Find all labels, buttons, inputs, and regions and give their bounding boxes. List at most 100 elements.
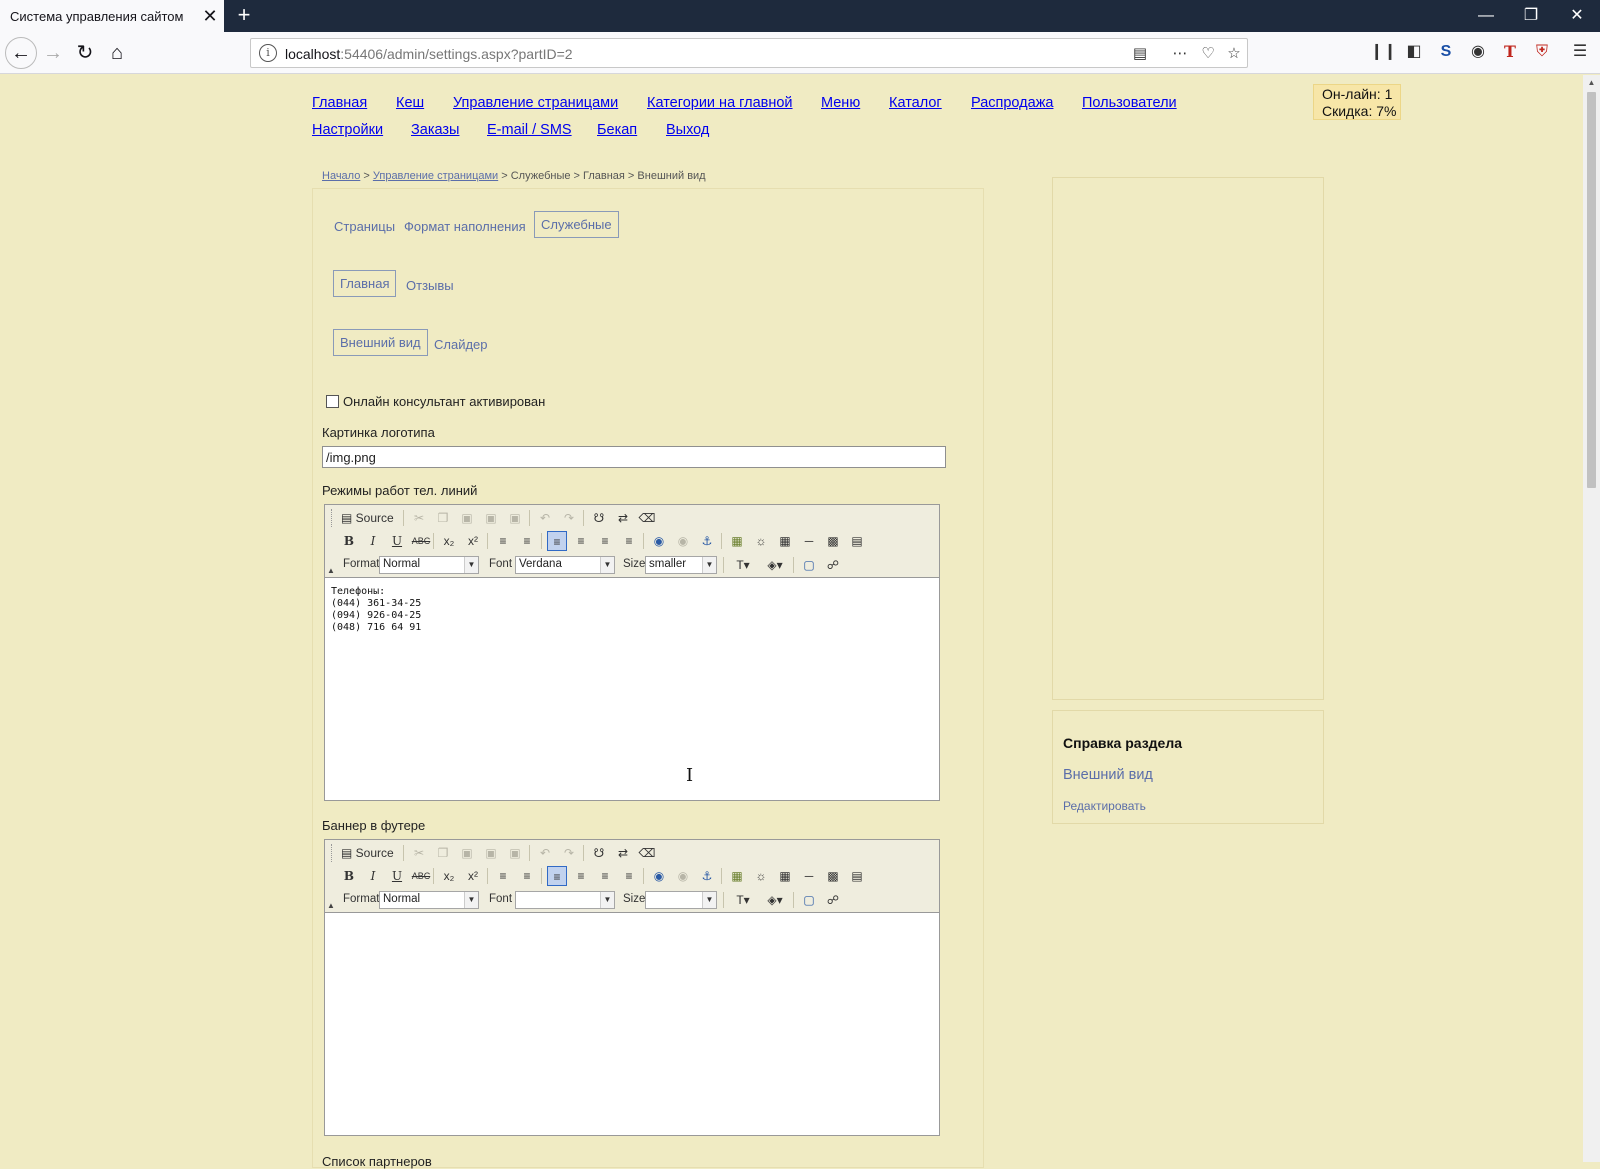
new-tab-button[interactable]: + [232, 4, 256, 28]
reload-icon[interactable]: ↻ [70, 38, 100, 68]
size-select[interactable]: ▼ [645, 891, 717, 909]
unlink-icon[interactable]: ◉ [673, 531, 693, 551]
find-icon[interactable]: ☋ [589, 843, 609, 863]
nav-link-backup[interactable]: Бекап [597, 122, 637, 138]
format-select[interactable]: Normal ▼ [379, 556, 479, 574]
format-select[interactable]: Normal ▼ [379, 891, 479, 909]
subscript-icon[interactable]: x₂ [439, 531, 459, 551]
justify-icon[interactable]: ≡ [619, 866, 639, 886]
replace-icon[interactable]: ⇄ [613, 508, 633, 528]
nav-link-email-sms[interactable]: E-mail / SMS [487, 122, 572, 138]
consultant-checkbox-row[interactable]: Онлайн консультант активирован [326, 394, 545, 409]
align-center-icon[interactable]: ≡ [571, 866, 591, 886]
browser-tab[interactable]: Система управления сайтом ✕ [0, 0, 224, 34]
link-icon[interactable]: ◉ [649, 531, 669, 551]
tab-reviews[interactable]: Отзывы [399, 272, 461, 299]
source-button[interactable]: ▤ Source [339, 508, 401, 528]
collapse-toolbar-icon[interactable]: ▲ [327, 901, 335, 910]
page-break-icon[interactable]: ▤ [847, 866, 867, 886]
extension-s-icon[interactable]: S [1434, 40, 1458, 64]
show-blocks-icon[interactable]: ☍ [823, 890, 843, 910]
source-button[interactable]: ▤ Source [339, 843, 401, 863]
page-break-icon[interactable]: ▤ [847, 531, 867, 551]
breadcrumb-start[interactable]: Начало [322, 170, 360, 182]
text-color-icon[interactable]: T▾ [729, 555, 757, 575]
bold-icon[interactable]: B [339, 866, 359, 886]
align-left-icon[interactable]: ≡ [547, 531, 567, 551]
minimize-icon[interactable]: — [1471, 4, 1501, 28]
undo-icon[interactable]: ↶ [535, 508, 555, 528]
superscript-icon[interactable]: x² [463, 531, 483, 551]
cut-icon[interactable]: ✂ [409, 843, 429, 863]
logo-input[interactable]: /img.png [322, 446, 946, 468]
numbered-list-icon[interactable]: ≡ [493, 866, 513, 886]
redo-icon[interactable]: ↷ [559, 508, 579, 528]
font-select[interactable]: ▼ [515, 891, 615, 909]
nav-link-cache[interactable]: Кеш [396, 95, 424, 111]
flash-icon[interactable]: ☼ [751, 866, 771, 886]
subscript-icon[interactable]: x₂ [439, 866, 459, 886]
collapse-toolbar-icon[interactable]: ▲ [327, 566, 335, 575]
back-arrow-icon[interactable]: ← [5, 37, 37, 69]
background-color-icon[interactable]: ◈▾ [761, 890, 789, 910]
nav-link-pages[interactable]: Управление страницами [453, 95, 618, 111]
horizontal-rule-icon[interactable]: ─ [799, 866, 819, 886]
shield-icon[interactable]: ⛨ [1530, 40, 1554, 64]
paste-icon[interactable]: ▣ [457, 508, 477, 528]
paste-icon[interactable]: ▣ [457, 843, 477, 863]
paste-word-icon[interactable]: ▣ [505, 508, 525, 528]
horizontal-rule-icon[interactable]: ─ [799, 531, 819, 551]
font-select[interactable]: Verdana ▼ [515, 556, 615, 574]
nav-link-sale[interactable]: Распродажа [971, 95, 1053, 111]
nav-link-home[interactable]: Главная [312, 95, 367, 111]
maximize-icon[interactable]: ▢ [799, 890, 819, 910]
align-center-icon[interactable]: ≡ [571, 531, 591, 551]
phones-editor-body[interactable]: Телефоны: (044) 361-34-25 (094) 926-04-2… [325, 578, 939, 800]
home-icon[interactable]: ⌂ [102, 38, 132, 68]
account-icon[interactable]: ◉ [1466, 40, 1490, 64]
align-left-icon[interactable]: ≡ [547, 866, 567, 886]
restore-icon[interactable]: ❐ [1516, 4, 1546, 28]
anchor-icon[interactable]: ⚓ [697, 866, 717, 886]
url-bar[interactable]: i localhost:54406/admin/settings.aspx?pa… [250, 38, 1248, 68]
underline-icon[interactable]: U [387, 531, 407, 551]
paste-text-icon[interactable]: ▣ [481, 508, 501, 528]
remove-format-icon[interactable]: ⌫ [637, 843, 657, 863]
find-icon[interactable]: ☋ [589, 508, 609, 528]
image-icon[interactable]: ▦ [727, 531, 747, 551]
tab-pages[interactable]: Страницы [327, 213, 402, 240]
unlink-icon[interactable]: ◉ [673, 866, 693, 886]
nav-link-menu[interactable]: Меню [821, 95, 860, 111]
special-char-icon[interactable]: ▩ [823, 531, 843, 551]
scroll-up-icon[interactable]: ▲ [1583, 75, 1600, 91]
bullet-list-icon[interactable]: ≡ [517, 866, 537, 886]
more-actions-icon[interactable]: ⋯ [1169, 43, 1191, 65]
justify-icon[interactable]: ≡ [619, 531, 639, 551]
banner-editor-body[interactable] [325, 913, 939, 1135]
help-link-appearance[interactable]: Внешний вид [1063, 767, 1153, 783]
breadcrumb-pages[interactable]: Управление страницами [373, 170, 498, 182]
italic-icon[interactable]: I [363, 531, 383, 551]
url-text[interactable]: localhost:54406/admin/settings.aspx?part… [285, 46, 573, 62]
text-color-icon[interactable]: T▾ [729, 890, 757, 910]
image-icon[interactable]: ▦ [727, 866, 747, 886]
paste-word-icon[interactable]: ▣ [505, 843, 525, 863]
strikethrough-icon[interactable]: ABC [411, 866, 431, 886]
flash-icon[interactable]: ☼ [751, 531, 771, 551]
background-color-icon[interactable]: ◈▾ [761, 555, 789, 575]
pocket-icon[interactable]: ♡ [1197, 43, 1219, 65]
tab-service[interactable]: Служебные [534, 211, 619, 238]
tab-appearance[interactable]: Внешний вид [333, 329, 428, 356]
anchor-icon[interactable]: ⚓ [697, 531, 717, 551]
copy-icon[interactable]: ❐ [433, 843, 453, 863]
forward-arrow-icon[interactable]: → [38, 38, 68, 68]
nav-link-catalog[interactable]: Каталог [889, 95, 942, 111]
remove-format-icon[interactable]: ⌫ [637, 508, 657, 528]
page-scrollbar[interactable]: ▲ [1583, 75, 1600, 1162]
nav-link-settings[interactable]: Настройки [312, 122, 383, 138]
menu-icon[interactable]: ☰ [1568, 40, 1592, 64]
nav-link-orders[interactable]: Заказы [411, 122, 459, 138]
info-icon[interactable]: i [259, 44, 277, 62]
nav-link-home-categories[interactable]: Категории на главной [647, 95, 793, 111]
copy-icon[interactable]: ❐ [433, 508, 453, 528]
